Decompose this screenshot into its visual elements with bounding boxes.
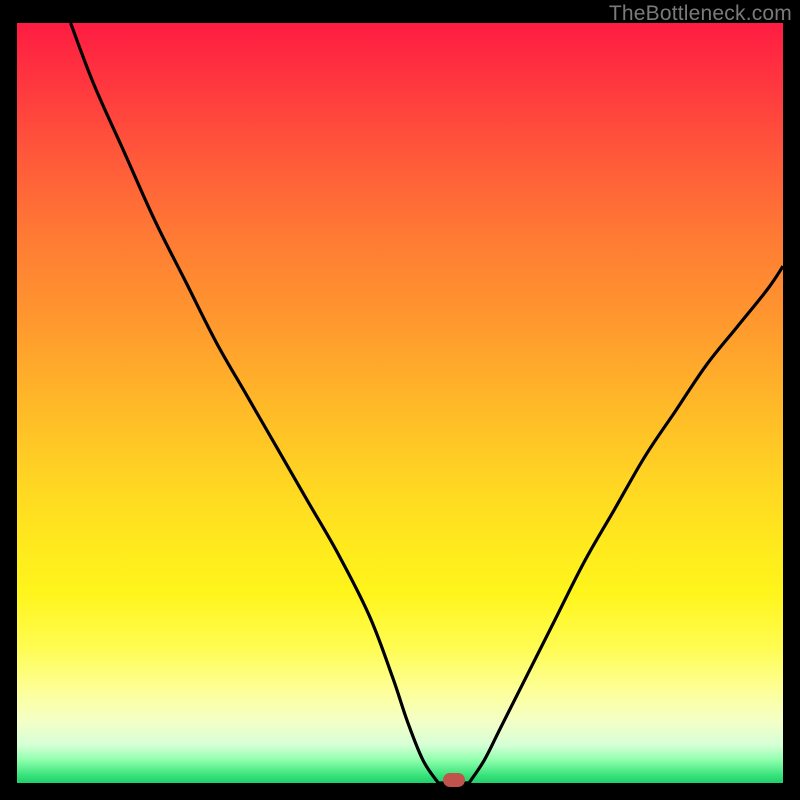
watermark-text: TheBottleneck.com: [609, 2, 792, 26]
chart-frame: TheBottleneck.com: [0, 0, 800, 800]
plot-gradient-background: [17, 23, 783, 783]
optimal-point-marker: [443, 773, 465, 787]
